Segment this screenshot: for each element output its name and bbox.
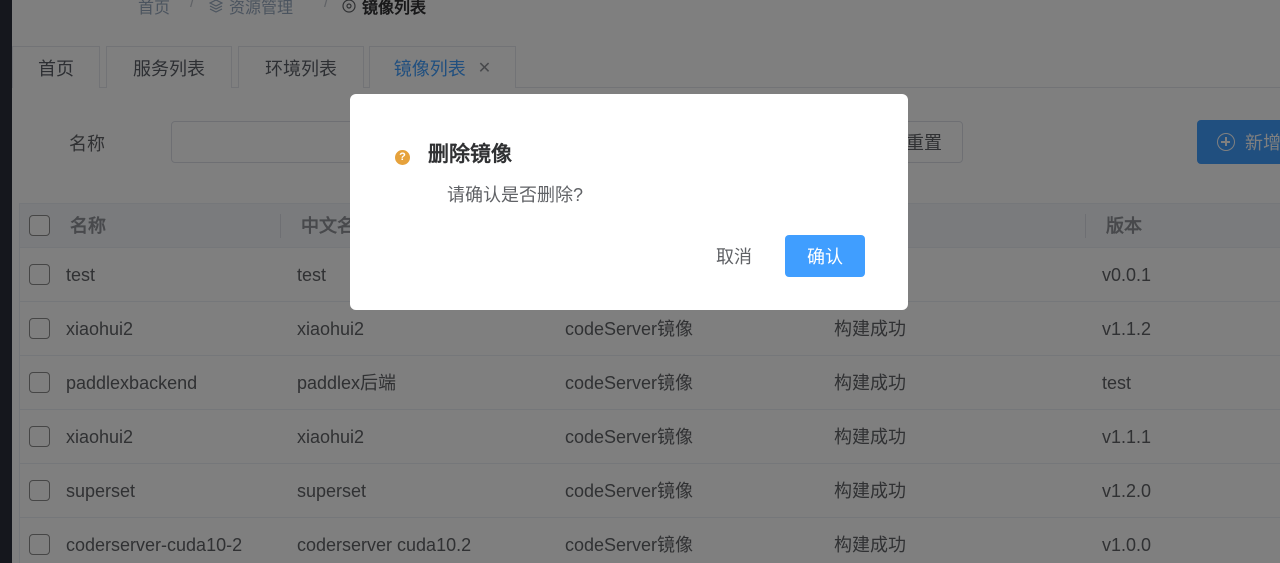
confirm-button[interactable]: 确认 xyxy=(785,235,865,277)
delete-confirm-dialog: ? 删除镜像 请确认是否删除? 取消 确认 xyxy=(350,94,908,310)
warning-question-icon: ? xyxy=(395,150,410,165)
dialog-message: 请确认是否删除? xyxy=(447,185,584,205)
cancel-button[interactable]: 取消 xyxy=(700,235,768,277)
dialog-title: 删除镜像 xyxy=(428,143,512,166)
